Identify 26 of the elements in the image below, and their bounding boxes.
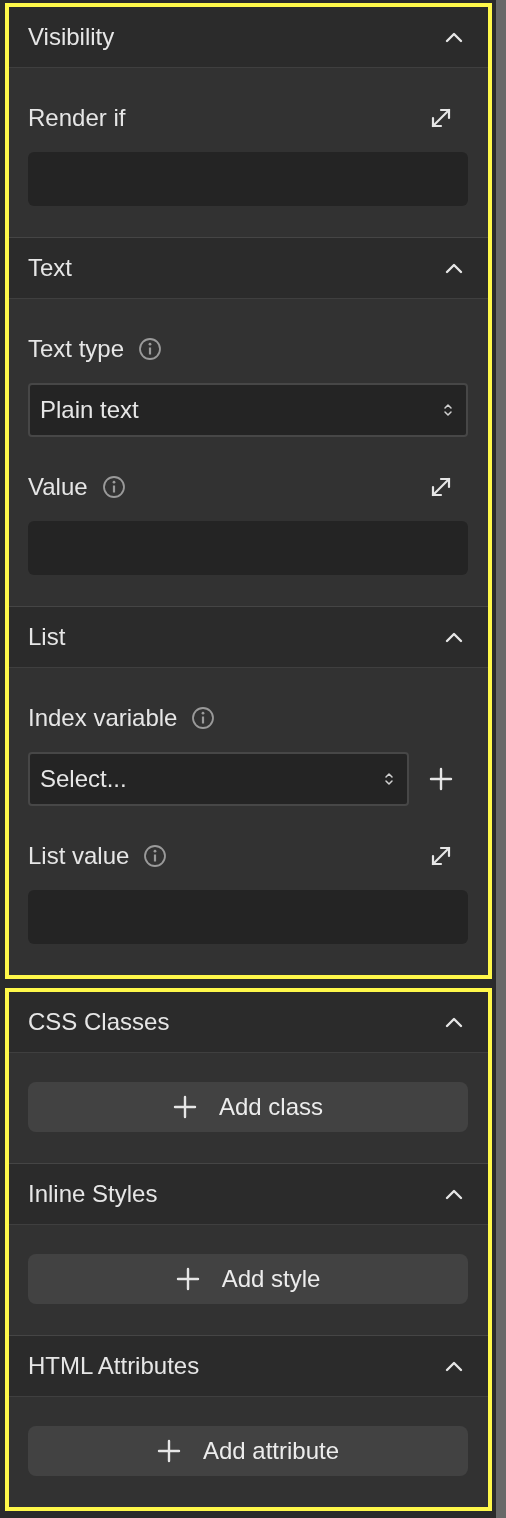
dropdown[interactable]: Select... [28,752,409,806]
section-title: Visibility [28,23,115,51]
section-title: CSS Classes [28,1008,170,1036]
expand-icon[interactable] [430,845,452,867]
expand-icon[interactable] [430,107,452,129]
section-title: Inline Styles [28,1180,158,1208]
up-down-icon [443,402,453,418]
plus-icon [172,1095,197,1119]
field-label: Index variable [28,704,178,732]
up-down-icon [384,771,394,787]
field-label: Render if [28,104,126,132]
field-label: List value [28,842,130,870]
plus-icon [175,1267,200,1291]
field-label: Text type [28,335,125,363]
section-title: Text [28,254,72,282]
section-title: HTML Attributes [28,1352,200,1380]
plus-icon [429,767,453,791]
expand-icon[interactable] [430,476,452,498]
add-button[interactable]: Add style [28,1254,468,1304]
add-button[interactable]: Add class [28,1082,468,1132]
field-label: Value [28,473,88,501]
add-button[interactable]: Add attribute [28,1426,468,1476]
section-title: List [28,623,66,651]
dropdown[interactable]: Plain text [28,383,468,437]
add-button[interactable] [429,767,453,791]
plus-icon [156,1439,181,1463]
